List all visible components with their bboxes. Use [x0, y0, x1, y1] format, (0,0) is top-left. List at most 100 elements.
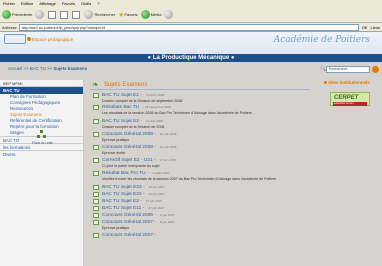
search-go-button[interactable] [372, 66, 379, 73]
history-icon [164, 10, 174, 19]
entry-link[interactable]: Résultat Bac Pro TU -5 juillet 2007 [102, 171, 169, 176]
search-input[interactable]: Rechercher [326, 66, 370, 73]
main-header: ❧ Sujets Examens [90, 80, 310, 90]
favorites-button[interactable]: ★ Favoris [118, 11, 137, 19]
site-header: Espace pédagogique Académie de Poitiers [0, 32, 382, 54]
academie-logo-text: Académie de Poitiers [273, 35, 370, 45]
document-icon [93, 105, 99, 110]
main-content: ❧ Sujets Examens BAC TU Sujet E2 -2 févr… [90, 80, 316, 266]
right-column: Sites institutionnels CERPET éducation d… [324, 80, 382, 266]
sidebar-item-bac-tu[interactable]: BAC TU [0, 87, 83, 94]
entry-link[interactable]: Concours Général 2006 -8 juin 2007 [102, 213, 175, 218]
document-icon [93, 93, 99, 98]
back-label: Précédente [12, 12, 33, 17]
home-button[interactable] [72, 10, 81, 19]
refresh-button[interactable] [60, 10, 69, 19]
media-button[interactable]: Média [140, 10, 162, 19]
media-icon [140, 10, 150, 19]
entry-description: Les résultats de la session 2008 du Bac … [102, 111, 252, 115]
refresh-icon [60, 10, 69, 19]
document-icon [93, 206, 99, 211]
entry-link[interactable]: BAC TU Sujet E2 -2 février 2009 [102, 93, 164, 98]
document-icon [93, 213, 99, 218]
magnifier-icon [84, 10, 94, 19]
breadcrumb-home[interactable]: Accueil [8, 66, 22, 71]
browser-menubar: Fichier Edition Affichage Favoris Outils… [0, 0, 382, 7]
bullet-icon [324, 81, 327, 84]
entry-description: Epreuve écrite [102, 151, 126, 155]
entry-description: Ci-joint la partie manquante du sujet [102, 164, 160, 168]
entry-link[interactable]: Correctif Sujet E2 - U21 -27 juin 2008 [102, 158, 176, 163]
entry-link[interactable]: Concours Général 2008 -21 mai 2008 [102, 145, 176, 150]
url-input[interactable]: http://ww2.ac-poitiers.fr/lp_pmu/spip.ph… [18, 23, 359, 31]
entry-description: Epreuve pratique [102, 138, 130, 142]
breadcrumb-current: Sujets Examens [53, 66, 88, 71]
document-icon [93, 233, 99, 238]
entry-description: Dossier complet de la Session de septemb… [102, 99, 183, 103]
entry-link[interactable]: BAC TU Sujet E2 -3 juillet 2008 [102, 119, 163, 124]
browser-toolbar: Précédente Rechercher ★ Favoris Média [0, 7, 382, 23]
entry-link[interactable]: BAC TU Sujet E2 -27 juin 2007 [102, 199, 162, 204]
menu-edition[interactable]: Edition [21, 1, 33, 6]
document-icon [93, 119, 99, 124]
address-bar: Adresse http://ww2.ac-poitiers.fr/lp_pmu… [0, 23, 382, 32]
search-toolbar-button[interactable]: Rechercher [84, 10, 115, 19]
entry-link[interactable]: Concours Général 2007 - [102, 233, 160, 238]
sidebar-item-divers[interactable]: Divers [0, 150, 83, 157]
document-icon [93, 145, 99, 150]
go-button[interactable]: OK [362, 25, 368, 30]
search-toolbar-label: Rechercher [94, 12, 116, 17]
search-box: 🔍 Rechercher [320, 66, 370, 73]
entry-link[interactable]: BAC TU Sujet E33 -26 juin 2007 [102, 185, 165, 190]
document-icon [93, 185, 99, 190]
menu-favoris[interactable]: Favoris [62, 1, 75, 6]
espace-bullet-icon [27, 37, 31, 41]
plan-du-site-label: Plan du site [32, 140, 53, 145]
entry-description: Dossier complet de la Session de 2008 [102, 125, 165, 129]
home-icon [72, 10, 81, 19]
menu-outils[interactable]: Outils [81, 1, 91, 6]
page-title: Sujets Examens [104, 82, 148, 88]
forward-button[interactable] [35, 10, 45, 19]
stop-button[interactable] [48, 10, 57, 19]
entry-link[interactable]: BAC TU Sujet E32 -26 juin 2007 [102, 192, 165, 197]
entry-link[interactable]: BAC TU Sujet E11 -27 juin 2007 [102, 206, 165, 211]
document-icon [93, 158, 99, 163]
sidebar: BEP MPMI BAC TU Plan de Formation Consig… [0, 80, 84, 266]
address-label: Adresse [2, 24, 17, 30]
document-icon [93, 192, 99, 197]
back-button[interactable]: Précédente [2, 10, 32, 19]
site-banner-title: ● La Productique Mécanique ● [0, 54, 382, 62]
folder-icon: ❧ [92, 80, 99, 89]
entry-link[interactable]: Concours Général 2008 -20 mai 2008 [102, 132, 176, 137]
espace-pedagogique-link[interactable]: Espace pédagogique [32, 37, 73, 42]
document-icon [93, 199, 99, 204]
stop-icon [48, 10, 57, 19]
entry-description: Epreuve pratique [102, 226, 130, 230]
cerpet-subtitle: éducation du lien [333, 102, 367, 106]
document-icon [93, 171, 99, 176]
forward-arrow-icon [35, 10, 45, 19]
document-icon [93, 132, 99, 137]
history-button[interactable] [164, 10, 174, 19]
sidebar-item-bep-mpmi[interactable]: BEP MPMI [0, 80, 83, 87]
sitemap-icon [37, 130, 47, 138]
menu-fichier[interactable]: Fichier [3, 1, 15, 6]
cerpet-banner[interactable]: CERPET éducation du lien [330, 92, 370, 106]
document-icon [93, 220, 99, 225]
entry-description: Veuillez trouver les résultats de la ses… [102, 177, 277, 181]
cerpet-logo-text: CERPET [334, 95, 359, 101]
ac-poitiers-logo[interactable] [4, 34, 26, 44]
entry-link[interactable]: Concours Général 2007 -8 juin 2007 [102, 220, 175, 225]
menu-affichage[interactable]: Affichage [39, 1, 56, 6]
favorites-label: Favoris [124, 12, 138, 17]
media-label: Média [150, 12, 162, 17]
links-button[interactable]: Liens [370, 25, 380, 30]
plan-du-site-link[interactable]: Plan du site [32, 130, 53, 145]
breadcrumb-bac-tu[interactable]: BAC TU [30, 66, 46, 71]
back-arrow-icon [2, 10, 11, 19]
menu-help[interactable]: ? [97, 1, 99, 6]
breadcrumb: Accueil >> BAC TU >> Sujets Examens [8, 66, 87, 71]
sites-institutionnels-title: Sites institutionnels [324, 80, 382, 85]
entry-link[interactable]: Résultats Bac TU - 25 septembre 2008 [102, 105, 171, 110]
